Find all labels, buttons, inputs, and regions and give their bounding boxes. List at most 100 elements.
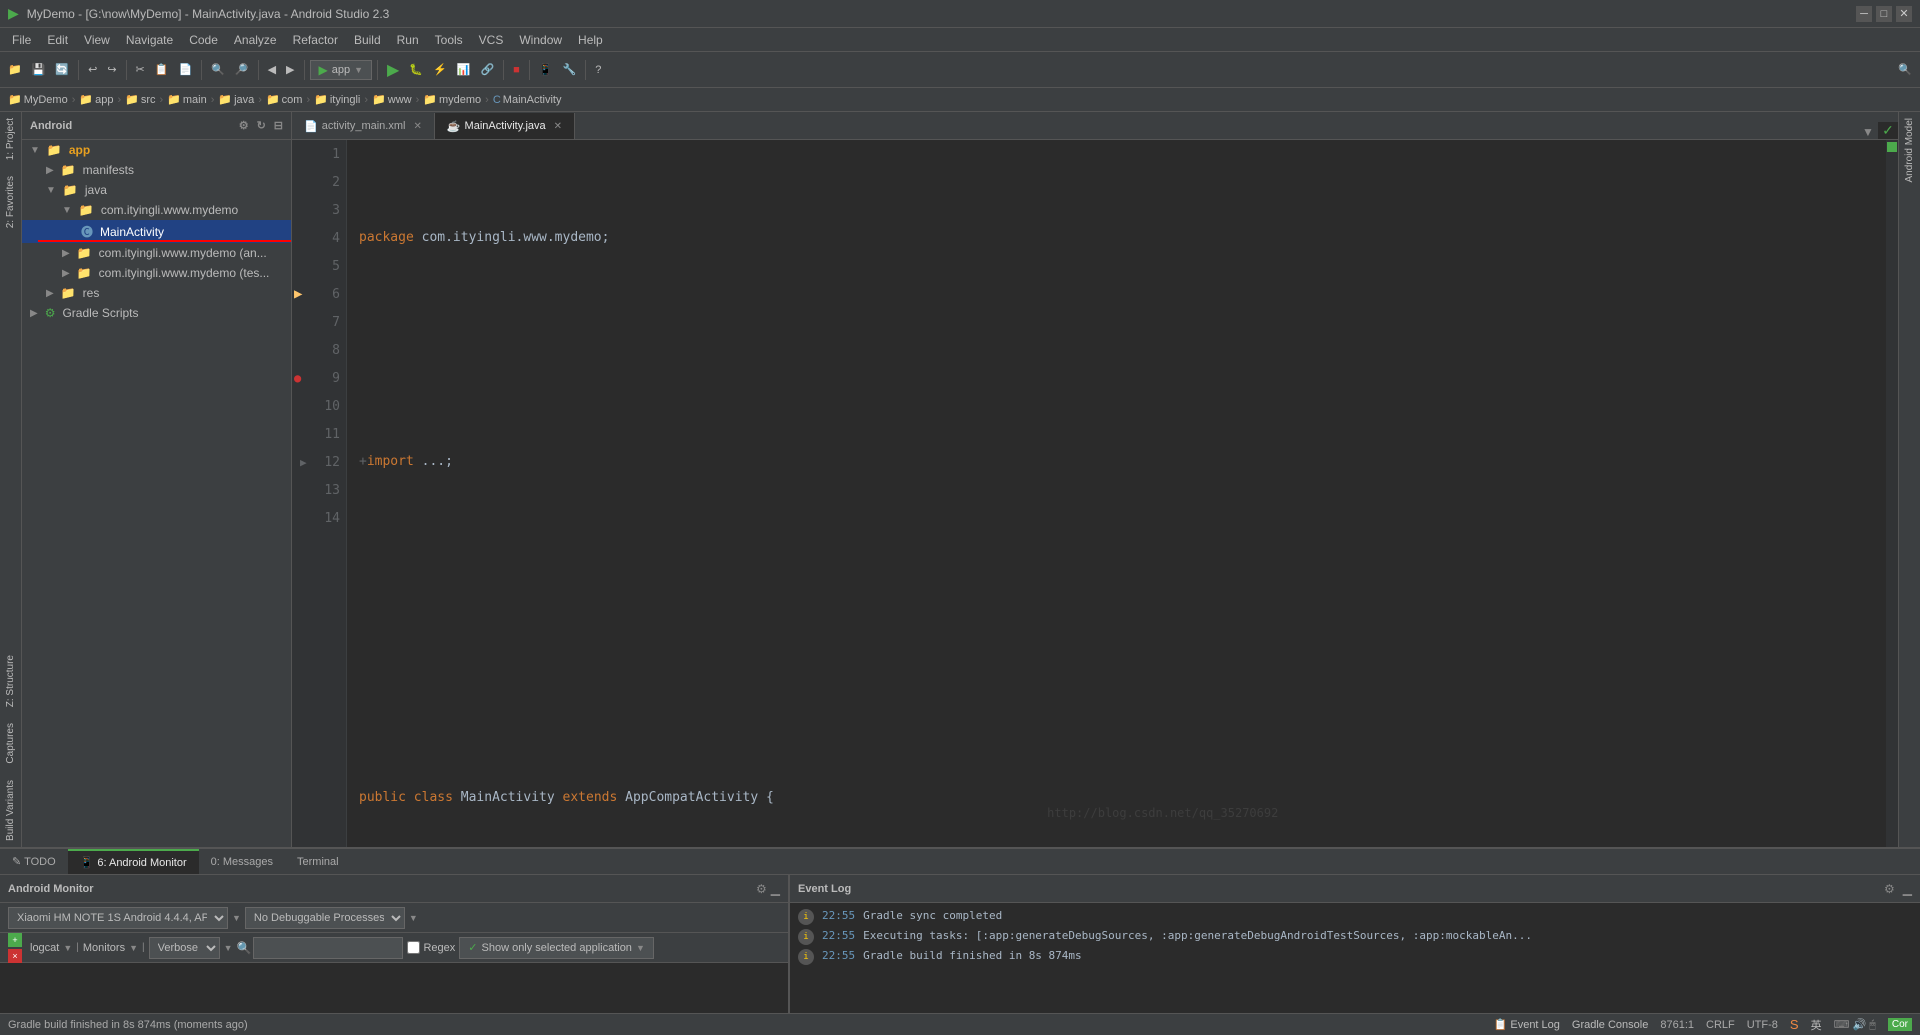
breadcrumb-ityingli[interactable]: 📁 ityingli bbox=[314, 93, 360, 106]
menu-code[interactable]: Code bbox=[181, 28, 226, 51]
bottom-tab-messages[interactable]: 0: Messages bbox=[199, 849, 285, 874]
sdk-button[interactable]: 🔧 bbox=[559, 57, 581, 83]
breakpoint-icon[interactable]: ● bbox=[294, 371, 301, 385]
toolbar-find-btn[interactable]: 🔍 bbox=[207, 57, 229, 83]
run-gutter-icon[interactable]: ▶ bbox=[294, 286, 302, 302]
toolbar-sync-btn[interactable]: 🔄 bbox=[51, 57, 73, 83]
help-btn[interactable]: ? bbox=[591, 57, 605, 83]
breadcrumb-java[interactable]: 📁 java bbox=[218, 93, 254, 106]
menu-tools[interactable]: Tools bbox=[427, 28, 471, 51]
tab-close-activity-main[interactable]: ✕ bbox=[413, 121, 421, 132]
bottom-tab-terminal[interactable]: Terminal bbox=[285, 849, 351, 874]
encoding-indicator[interactable]: UTF-8 bbox=[1747, 1019, 1778, 1031]
toolbar-copy-btn[interactable]: 📋 bbox=[151, 57, 173, 83]
menu-file[interactable]: File bbox=[4, 28, 39, 51]
event-log-status-btn[interactable]: 📋 Event Log bbox=[1494, 1018, 1560, 1031]
coverage-button[interactable]: ⚡ bbox=[429, 57, 451, 83]
toolbar-cut-btn[interactable]: ✂ bbox=[132, 57, 149, 83]
eventlog-settings-btn[interactable]: ⚙ bbox=[1884, 882, 1895, 896]
tree-item-package[interactable]: ▼ 📁 com.ityingli.www.mydemo bbox=[22, 200, 291, 220]
tree-item-manifests[interactable]: ▶ 📁 manifests bbox=[22, 160, 291, 180]
vtab-android-model[interactable]: Android Model bbox=[1901, 112, 1918, 188]
menu-edit[interactable]: Edit bbox=[39, 28, 76, 51]
project-sync-icon[interactable]: ↻ bbox=[257, 119, 266, 132]
tab-activity-main[interactable]: 📄 activity_main.xml ✕ bbox=[292, 113, 435, 139]
tree-item-java[interactable]: ▼ 📁 java bbox=[22, 180, 291, 200]
logcat-search-input[interactable] bbox=[253, 937, 403, 959]
vtab-project[interactable]: 1: Project bbox=[2, 112, 19, 166]
menu-navigate[interactable]: Navigate bbox=[118, 28, 181, 51]
breadcrumb-main[interactable]: 📁 main bbox=[167, 93, 207, 106]
tree-item-mainactivity[interactable]: 🅒 MainActivity bbox=[22, 220, 291, 243]
menu-build[interactable]: Build bbox=[346, 28, 389, 51]
regex-checkbox-label[interactable]: Regex bbox=[407, 941, 455, 954]
logcat-icon2[interactable]: × bbox=[8, 949, 22, 963]
menu-run[interactable]: Run bbox=[389, 28, 427, 51]
vtab-build-variants[interactable]: Build Variants bbox=[2, 774, 19, 847]
tab-close-mainactivity[interactable]: ✕ bbox=[554, 121, 562, 132]
gradle-console-btn[interactable]: Gradle Console bbox=[1572, 1019, 1648, 1031]
toolbar-replace-btn[interactable]: 🔎 bbox=[231, 57, 253, 83]
run-config-selector[interactable]: ▶ app ▼ bbox=[310, 60, 373, 80]
fold-icon[interactable]: ▶ bbox=[300, 456, 307, 469]
line-ending-indicator[interactable]: CRLF bbox=[1706, 1019, 1735, 1031]
regex-checkbox[interactable] bbox=[407, 941, 420, 954]
show-selected-btn[interactable]: ✓ Show only selected application ▼ bbox=[459, 937, 654, 959]
toolbar-paste-btn[interactable]: 📄 bbox=[174, 57, 196, 83]
breadcrumb-src[interactable]: 📁 src bbox=[125, 93, 155, 106]
vtab-captures[interactable]: Captures bbox=[2, 717, 19, 770]
monitors-label[interactable]: Monitors bbox=[83, 942, 125, 954]
breadcrumb-mainactivity[interactable]: C MainActivity bbox=[493, 94, 562, 106]
project-settings-icon[interactable]: ⚙ bbox=[239, 119, 249, 132]
tree-item-app[interactable]: ▼ 📁 app bbox=[22, 140, 291, 160]
attach-btn[interactable]: 🔗 bbox=[476, 57, 498, 83]
breadcrumb-mydemo[interactable]: 📁 MyDemo bbox=[8, 93, 68, 106]
breadcrumb-app[interactable]: 📁 app bbox=[79, 93, 113, 106]
logcat-label[interactable]: logcat bbox=[30, 942, 59, 954]
minimize-button[interactable]: ─ bbox=[1856, 6, 1872, 22]
debug-button[interactable]: 🐛 bbox=[405, 57, 427, 83]
tab-dropdown-btn[interactable]: ▼ bbox=[1858, 125, 1878, 139]
bottom-tab-android-monitor[interactable]: 📱 6: Android Monitor bbox=[68, 849, 199, 874]
tree-item-res[interactable]: ▶ 📁 res bbox=[22, 283, 291, 303]
menu-window[interactable]: Window bbox=[511, 28, 570, 51]
tree-item-package-an[interactable]: ▶ 📁 com.ityingli.www.mydemo (an... bbox=[22, 243, 291, 263]
close-button[interactable]: ✕ bbox=[1896, 6, 1912, 22]
ime-icon[interactable]: S bbox=[1790, 1017, 1799, 1032]
language-indicator[interactable]: 英 bbox=[1811, 1017, 1822, 1033]
code-editor[interactable]: 1 2 3 4 5 ▶ 6 7 8 ● 9 10 11 bbox=[292, 140, 1898, 847]
search-everywhere-btn[interactable]: 🔍 bbox=[1894, 57, 1916, 83]
breadcrumb-com[interactable]: 📁 com bbox=[266, 93, 302, 106]
vtab-structure[interactable]: Z: Structure bbox=[2, 649, 19, 713]
vtab-favorites[interactable]: 2: Favorites bbox=[2, 170, 19, 234]
avd-button[interactable]: 📱 bbox=[535, 57, 557, 83]
menu-vcs[interactable]: VCS bbox=[471, 28, 512, 51]
tree-item-package-tes[interactable]: ▶ 📁 com.ityingli.www.mydemo (tes... bbox=[22, 263, 291, 283]
code-content[interactable]: package com.ityingli.www.mydemo; +import… bbox=[347, 140, 1886, 847]
bottom-tab-todo[interactable]: ✎ TODO bbox=[0, 849, 68, 874]
tree-item-gradle[interactable]: ▶ ⚙ Gradle Scripts bbox=[22, 303, 291, 323]
device-selector[interactable]: Xiaomi HM NOTE 1S Android 4.4.4, API 19 bbox=[8, 907, 228, 929]
process-selector[interactable]: No Debuggable Processes bbox=[245, 907, 405, 929]
run-button[interactable]: ▶ bbox=[383, 60, 403, 80]
menu-view[interactable]: View bbox=[76, 28, 118, 51]
breadcrumb-www[interactable]: 📁 www bbox=[372, 93, 412, 106]
menu-help[interactable]: Help bbox=[570, 28, 611, 51]
stop-button[interactable]: ■ bbox=[509, 57, 524, 83]
monitor-minimize-btn[interactable]: ▁ bbox=[771, 882, 780, 896]
logcat-icon1[interactable]: + bbox=[8, 933, 22, 947]
toolbar-redo-btn[interactable]: ↪ bbox=[103, 57, 120, 83]
profile-button[interactable]: 📊 bbox=[453, 57, 475, 83]
monitor-settings-btn[interactable]: ⚙ bbox=[756, 882, 767, 896]
tab-mainactivity[interactable]: ☕ MainActivity.java ✕ bbox=[435, 113, 575, 139]
toolbar-forward-btn[interactable]: ▶ bbox=[282, 57, 298, 83]
menu-analyze[interactable]: Analyze bbox=[226, 28, 285, 51]
maximize-button[interactable]: □ bbox=[1876, 6, 1892, 22]
menu-refactor[interactable]: Refactor bbox=[285, 28, 346, 51]
verbose-selector[interactable]: Verbose Debug Info Warn Error bbox=[149, 937, 220, 959]
breadcrumb-mydemo2[interactable]: 📁 mydemo bbox=[423, 93, 481, 106]
eventlog-minimize-btn[interactable]: ▁ bbox=[1903, 882, 1912, 896]
toolbar-open-btn[interactable]: 📁 bbox=[4, 57, 26, 83]
toolbar-undo-btn[interactable]: ↩ bbox=[84, 57, 101, 83]
project-collapse-icon[interactable]: ⊟ bbox=[274, 119, 283, 132]
